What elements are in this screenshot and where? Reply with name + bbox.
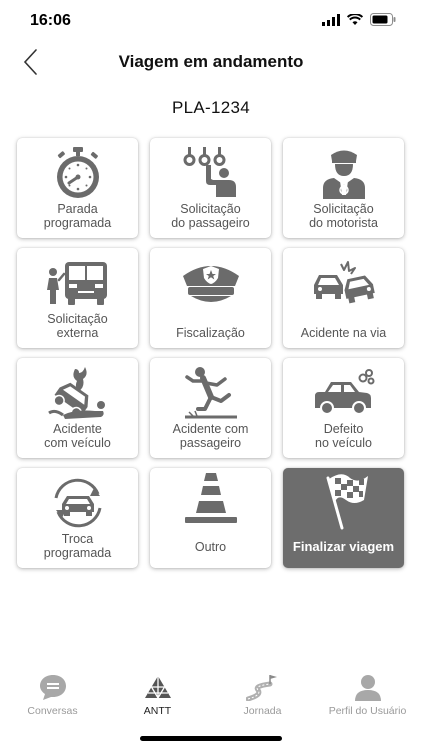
user-icon	[354, 675, 381, 701]
tile-label: Acidente com veículo	[44, 422, 111, 450]
tile-label: Acidente com passageiro	[172, 422, 249, 450]
status-icons	[322, 13, 396, 26]
tile-parada-programada[interactable]: Parada programada	[17, 138, 138, 238]
tab-jornada[interactable]: Jornada	[210, 672, 315, 722]
tab-label: Jornada	[243, 705, 282, 717]
bus-external-icon	[46, 262, 107, 305]
battery-icon	[370, 13, 396, 26]
tile-label: Fiscalização	[176, 326, 245, 340]
antt-logo-icon	[144, 676, 171, 700]
tile-acidente-com-passageiro[interactable]: Acidente com passageiro	[150, 358, 271, 458]
signal-icon	[322, 13, 340, 26]
tile-label: Parada programada	[43, 202, 112, 230]
tile-solicitacao-motorista[interactable]: Solicitação do motorista	[283, 138, 404, 238]
vehicle-accident-icon	[47, 367, 105, 419]
page-title: Viagem em andamento	[118, 52, 304, 71]
vehicle-plate: PLA-1234	[171, 98, 250, 117]
passenger-fall-icon	[184, 367, 237, 419]
tile-label: Solicitação do passageiro	[171, 202, 250, 230]
tab-label: Conversas	[27, 705, 78, 717]
driver-icon	[322, 150, 365, 199]
tile-acidente-na-via[interactable]: Acidente na via	[283, 248, 404, 348]
tile-label: Solicitação do motorista	[309, 202, 378, 230]
wifi-icon	[347, 13, 363, 25]
tab-bar: Conversas ANTT Jornada Perfil do Usuário	[0, 672, 422, 732]
tile-outro[interactable]: Outro	[150, 468, 271, 568]
car-swap-icon	[54, 478, 101, 528]
tile-troca-programada[interactable]: Troca programada	[17, 468, 138, 568]
tile-acidente-com-veiculo[interactable]: Acidente com veículo	[17, 358, 138, 458]
checkered-flag-icon	[326, 474, 368, 530]
bus-passenger-icon	[183, 147, 236, 197]
tile-label: Defeito no veículo	[315, 422, 372, 450]
tile-solicitacao-passageiro[interactable]: Solicitação do passageiro	[150, 138, 271, 238]
tab-conversas[interactable]: Conversas	[0, 672, 105, 722]
chat-icon	[39, 675, 66, 700]
tile-defeito-no-veiculo[interactable]: Defeito no veículo	[283, 358, 404, 458]
tab-label: ANTT	[143, 705, 172, 717]
police-cap-icon	[182, 266, 239, 302]
tile-solicitacao-externa[interactable]: Solicitação externa	[17, 248, 138, 348]
tile-fiscalizacao[interactable]: Fiscalização	[150, 248, 271, 348]
road-flag-icon	[245, 675, 277, 701]
status-time: 16:06	[30, 12, 71, 29]
broken-car-icon	[314, 369, 374, 415]
tile-label: Finalizar viagem	[292, 539, 395, 554]
tile-label: Troca programada	[43, 532, 112, 560]
tab-antt[interactable]: ANTT	[105, 672, 210, 722]
tile-label: Solicitação externa	[47, 312, 108, 340]
car-crash-icon	[313, 261, 375, 304]
tile-label: Acidente na via	[300, 326, 387, 340]
finalizar-viagem-button[interactable]: Finalizar viagem	[283, 468, 404, 568]
nav-header: Viagem em andamento	[0, 40, 422, 84]
tab-label: Perfil do Usuário	[328, 705, 407, 717]
status-bar: 16:06	[0, 0, 422, 40]
stopwatch-icon	[56, 147, 99, 198]
traffic-cone-icon	[184, 473, 237, 523]
tab-perfil-do-usuario[interactable]: Perfil do Usuário	[315, 672, 420, 722]
tile-label: Outro	[194, 540, 227, 554]
home-indicator	[140, 736, 282, 741]
